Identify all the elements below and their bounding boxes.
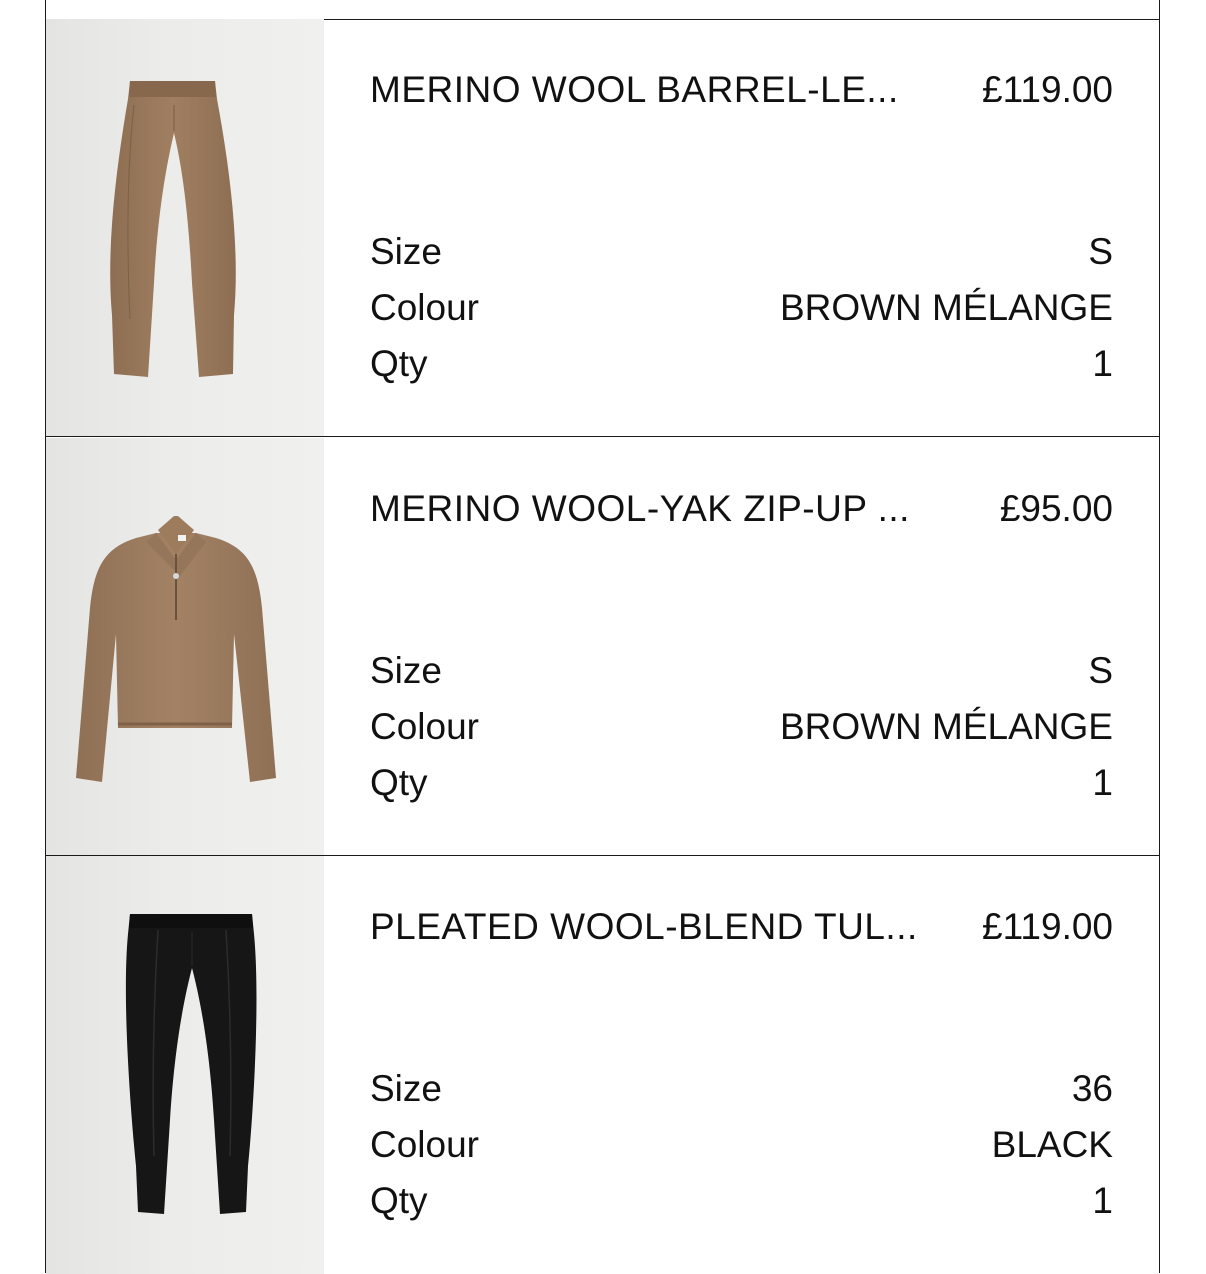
colour-row: Colour BROWN MÉLANGE [370,706,1113,748]
product-name[interactable]: MERINO WOOL-YAK ZIP-UP ... [370,488,910,530]
product-image[interactable] [46,438,324,855]
qty-row: Qty 1 [370,762,1113,804]
cart-item[interactable]: MERINO WOOL-YAK ZIP-UP ... £95.00 Size S… [46,438,1159,856]
qty-value: 1 [1092,343,1113,384]
product-image[interactable] [46,856,324,1274]
qty-label: Qty [370,343,428,384]
item-details: MERINO WOOL BARREL-LE... £119.00 Size S … [370,19,1113,436]
cart-item[interactable]: MERINO WOOL BARREL-LE... £119.00 Size S … [46,19,1159,437]
size-row: Size S [370,231,1113,273]
colour-row: Colour BROWN MÉLANGE [370,287,1113,329]
previous-item-edge [46,0,1159,20]
qty-row: Qty 1 [370,343,1113,385]
brown-sweater-icon [76,516,276,782]
size-label: Size [370,231,442,272]
colour-label: Colour [370,1124,479,1165]
qty-value: 1 [1092,1180,1113,1221]
qty-label: Qty [370,762,428,803]
colour-value: BROWN MÉLANGE [779,287,1113,328]
brown-trousers-icon [110,81,236,377]
size-value: 36 [1071,1068,1113,1109]
size-row: Size S [370,650,1113,692]
cart-item[interactable]: PLEATED WOOL-BLEND TUL... £119.00 Size 3… [46,856,1159,1274]
size-label: Size [370,650,442,691]
size-row: Size 36 [370,1068,1113,1110]
size-value: S [1088,231,1113,272]
colour-value: BLACK [991,1124,1113,1165]
qty-label: Qty [370,1180,428,1221]
qty-row: Qty 1 [370,1180,1113,1222]
product-price: £95.00 [999,488,1113,529]
black-trousers-icon [125,914,257,1214]
colour-label: Colour [370,287,479,328]
product-name[interactable]: PLEATED WOOL-BLEND TUL... [370,906,918,948]
item-details: MERINO WOOL-YAK ZIP-UP ... £95.00 Size S… [370,438,1113,855]
product-image[interactable] [46,19,324,436]
size-value: S [1088,650,1113,691]
qty-value: 1 [1092,762,1113,803]
colour-row: Colour BLACK [370,1124,1113,1166]
colour-value: BROWN MÉLANGE [779,706,1113,747]
product-price: £119.00 [982,906,1113,947]
colour-label: Colour [370,706,479,747]
product-price: £119.00 [982,69,1113,110]
size-label: Size [370,1068,442,1109]
cart-item-list: MERINO WOOL BARREL-LE... £119.00 Size S … [45,0,1160,1274]
product-name[interactable]: MERINO WOOL BARREL-LE... [370,69,899,111]
item-details: PLEATED WOOL-BLEND TUL... £119.00 Size 3… [370,856,1113,1274]
